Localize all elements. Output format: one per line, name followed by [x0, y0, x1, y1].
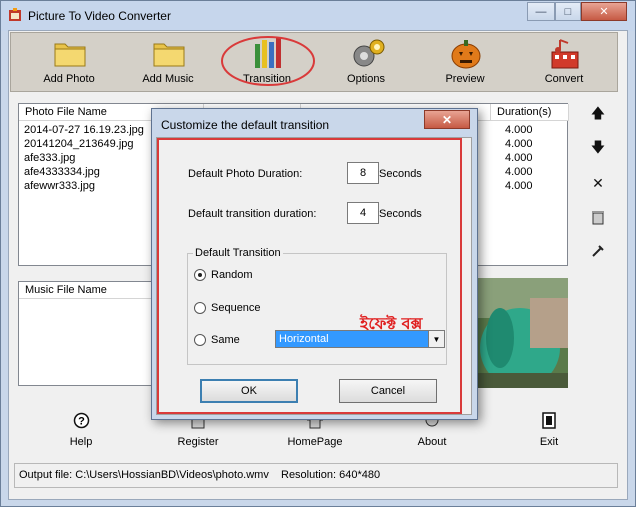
sequence-radio[interactable] — [194, 302, 206, 314]
dialog-close-button[interactable]: ✕ — [424, 110, 470, 129]
photo-duration-label: Default Photo Duration: — [188, 168, 303, 180]
table-row[interactable]: afewwr333.jpg — [24, 180, 95, 192]
table-row[interactable]: afe4333334.jpg — [24, 166, 100, 178]
move-up-button[interactable]: 🡅 — [586, 104, 610, 126]
add-music-label: Add Music — [142, 73, 194, 85]
exit-label: Exit — [539, 436, 559, 448]
tools-button[interactable] — [586, 240, 610, 262]
arrow-down-icon: 🡇 — [590, 139, 606, 155]
exit-icon — [542, 412, 556, 429]
exit-button[interactable]: Exit — [514, 410, 584, 452]
random-label[interactable]: Random — [211, 269, 253, 281]
about-label: About — [417, 436, 447, 448]
help-icon: ? — [73, 412, 90, 429]
close-icon: ✕ — [599, 6, 609, 18]
chevron-down-icon: ▼ — [432, 334, 441, 344]
arrow-up-icon: 🡅 — [590, 105, 606, 121]
table-row[interactable]: afe333.jpg — [24, 152, 75, 164]
dialog-title: Customize the default transition — [161, 118, 330, 132]
cancel-button[interactable]: Cancel — [339, 379, 437, 403]
same-label[interactable]: Same — [211, 334, 240, 346]
close-button[interactable]: ✕ — [581, 2, 627, 21]
close-x-icon: ✕ — [592, 174, 604, 191]
trash-icon — [592, 211, 604, 225]
help-label: Help — [69, 436, 93, 448]
app-icon — [9, 8, 21, 21]
film-music-icon — [551, 39, 579, 69]
close-icon: ✕ — [441, 112, 453, 127]
remove-button[interactable]: ✕ — [586, 172, 610, 194]
add-photo-button[interactable]: Add Photo — [29, 38, 109, 90]
convert-button[interactable]: Convert — [524, 38, 604, 90]
preview-label: Preview — [445, 73, 485, 85]
homepage-label: HomePage — [287, 436, 343, 448]
delete-all-button[interactable] — [586, 206, 610, 228]
ok-button[interactable]: OK — [200, 379, 298, 403]
duration-column-header[interactable]: Duration(s) — [491, 104, 569, 121]
add-music-button[interactable]: Add Music — [128, 38, 208, 90]
group-title: Default Transition — [193, 247, 283, 259]
duration-cell: 4.000 — [505, 124, 533, 136]
maximize-button[interactable]: □ — [555, 2, 581, 21]
convert-label: Convert — [544, 73, 584, 85]
preview-button[interactable]: Preview — [425, 38, 505, 90]
duration-cell: 4.000 — [505, 166, 533, 178]
duration-cell: 4.000 — [505, 180, 533, 192]
dropdown-arrow[interactable]: ▼ — [428, 331, 444, 347]
status-bar: Output file: C:\Users\HossianBD\Videos\p… — [14, 463, 618, 488]
transition-duration-label: Default transition duration: — [188, 208, 317, 220]
output-file-text: Output file: C:\Users\HossianBD\Videos\p… — [19, 469, 269, 481]
random-radio[interactable] — [194, 269, 206, 281]
preview-image — [470, 278, 568, 388]
svg-text:?: ? — [78, 416, 85, 428]
same-radio[interactable] — [194, 334, 206, 346]
move-down-button[interactable]: 🡇 — [586, 138, 610, 160]
folder-icon — [153, 43, 185, 67]
help-button[interactable]: ? Help — [46, 410, 116, 452]
sequence-label[interactable]: Sequence — [211, 302, 261, 314]
table-row[interactable]: 2014-07-27 16.19.23.jpg — [24, 124, 144, 136]
folder-icon — [54, 43, 86, 67]
effect-select[interactable]: Horizontal — [275, 330, 445, 348]
transition-duration-input[interactable]: 4 — [347, 202, 379, 224]
minimize-button[interactable]: — — [527, 2, 555, 21]
add-photo-label: Add Photo — [43, 73, 95, 85]
transition-highlight-circle — [221, 36, 315, 86]
seconds-label: Seconds — [379, 208, 422, 220]
seconds-label: Seconds — [379, 168, 422, 180]
register-label: Register — [177, 436, 219, 448]
minimize-icon: — — [535, 5, 547, 18]
options-button[interactable]: Options — [326, 38, 406, 90]
tools-icon — [592, 245, 604, 257]
maximize-icon: □ — [564, 5, 572, 18]
resolution-text: Resolution: 640*480 — [281, 469, 381, 481]
gears-icon — [353, 39, 385, 67]
options-label: Options — [347, 73, 385, 85]
duration-cell: 4.000 — [505, 138, 533, 150]
window-title: Picture To Video Converter — [28, 9, 171, 23]
pumpkin-icon — [451, 40, 481, 69]
duration-cell: 4.000 — [505, 152, 533, 164]
title-bar[interactable]: Picture To Video Converter — □ ✕ — [1, 1, 635, 31]
photo-duration-input[interactable]: 8 — [347, 162, 379, 184]
table-row[interactable]: 20141204_213649.jpg — [24, 138, 134, 150]
